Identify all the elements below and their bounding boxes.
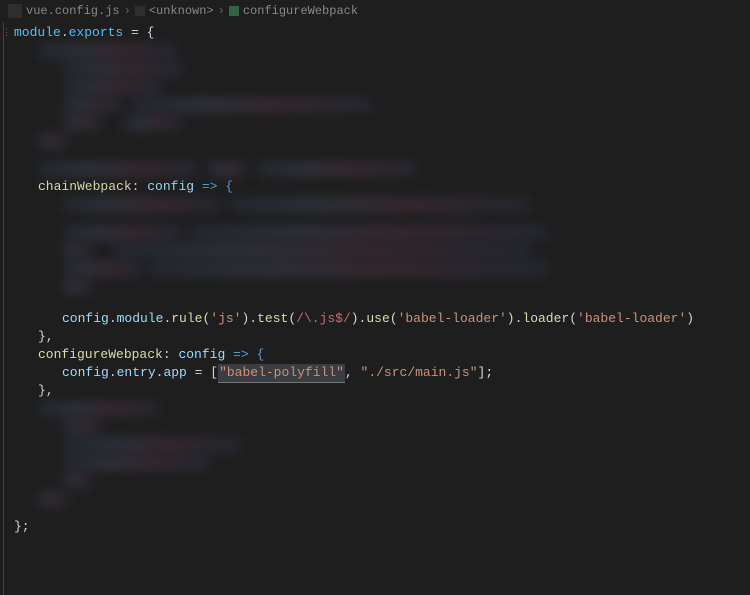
file-icon [8, 4, 22, 18]
symbol-icon [229, 6, 239, 16]
obscured-line [14, 490, 744, 508]
breadcrumb-file[interactable]: vue.config.js [26, 4, 120, 18]
obscured-line [14, 60, 744, 78]
obscured-line [14, 132, 744, 150]
obscured-line [14, 472, 744, 490]
code-editor[interactable]: ⋮ module.exports = { chainWebpack: confi… [0, 22, 750, 595]
code-line[interactable]: }; [14, 518, 744, 536]
code-line[interactable]: }, [14, 382, 744, 400]
obscured-line [14, 278, 744, 296]
obscured-line [14, 160, 744, 178]
breadcrumb: vue.config.js › <unknown> › configureWeb… [0, 0, 750, 22]
obscured-line [14, 114, 744, 132]
obscured-line [14, 400, 744, 418]
code-area[interactable]: module.exports = { chainWebpack: config … [8, 22, 750, 595]
breadcrumb-sep: › [124, 4, 131, 18]
code-line[interactable]: configureWebpack: config => { [14, 346, 744, 364]
obscured-line [14, 42, 744, 60]
scope-icon [135, 6, 145, 16]
obscured-line [14, 508, 744, 518]
obscured-line [14, 436, 744, 454]
obscured-line [14, 150, 744, 160]
code-line[interactable]: 💡 config.entry.app = ["babel-polyfill", … [14, 364, 744, 382]
code-line[interactable]: }, [14, 328, 744, 346]
gutter: ⋮ [0, 22, 8, 595]
obscured-line [14, 96, 744, 114]
obscured-line [14, 296, 744, 310]
obscured-line [14, 196, 744, 214]
code-line[interactable]: config.module.rule('js').test(/\.js$/).u… [14, 310, 744, 328]
obscured-line [14, 242, 744, 260]
obscured-line [14, 214, 744, 224]
obscured-line [14, 260, 744, 278]
breadcrumb-symbol[interactable]: configureWebpack [243, 4, 358, 18]
code-line[interactable]: chainWebpack: config => { [14, 178, 744, 196]
breadcrumb-sep-2: › [218, 4, 225, 18]
obscured-line [14, 454, 744, 472]
breadcrumb-scope[interactable]: <unknown> [149, 4, 214, 18]
obscured-line [14, 224, 744, 242]
code-line[interactable]: module.exports = { [14, 24, 744, 42]
obscured-line [14, 78, 744, 96]
obscured-line [14, 418, 744, 436]
